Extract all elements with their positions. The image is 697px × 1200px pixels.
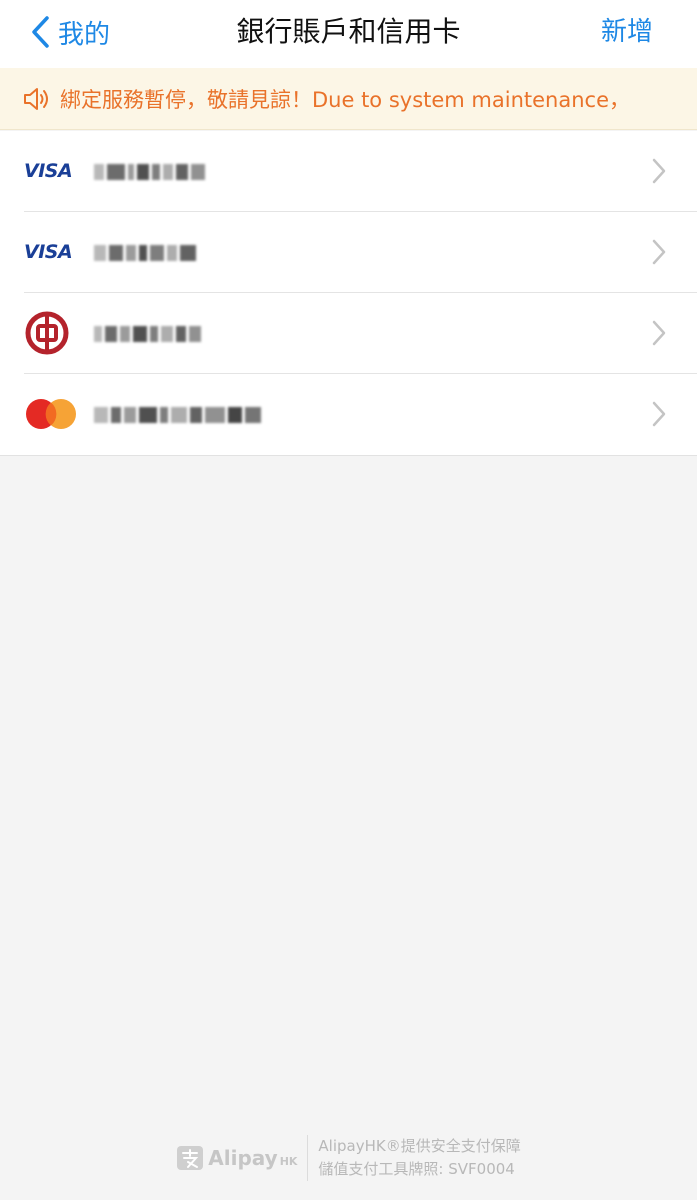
masked-digit-block bbox=[128, 164, 134, 180]
maintenance-notice: 綁定服務暫停，敬請見諒！Due to system maintenance， bbox=[0, 68, 697, 130]
add-button[interactable]: 新增 bbox=[601, 12, 653, 52]
masked-digit-block bbox=[105, 326, 117, 342]
masked-digit-block bbox=[111, 407, 121, 423]
masked-digit-block bbox=[94, 245, 106, 261]
masked-digit-block bbox=[163, 164, 173, 180]
bank-of-china-logo-icon bbox=[24, 311, 78, 355]
masked-digit-block bbox=[167, 245, 177, 261]
masked-digit-block bbox=[160, 407, 168, 423]
masked-digit-block bbox=[109, 245, 123, 261]
masked-digit-block bbox=[137, 164, 149, 180]
visa-brand-text: VISA bbox=[24, 241, 73, 263]
alipay-icon bbox=[177, 1146, 204, 1170]
boc-emblem-icon bbox=[25, 311, 69, 355]
chevron-right-icon bbox=[652, 320, 666, 346]
masked-digit-block bbox=[245, 407, 261, 423]
footer: Alipay HK AlipayHK®提供安全支付保障 儲值支付工具牌照: SV… bbox=[0, 1130, 697, 1186]
masked-digit-block bbox=[126, 245, 136, 261]
masked-card-number bbox=[94, 242, 196, 264]
chevron-right-icon bbox=[652, 239, 666, 265]
masked-digit-block bbox=[139, 407, 157, 423]
card-item-bank-of-china[interactable] bbox=[0, 293, 697, 374]
visa-logo-icon: VISA bbox=[24, 149, 78, 193]
masked-digit-block bbox=[176, 164, 188, 180]
masked-digit-block bbox=[228, 407, 242, 423]
masked-digit-block bbox=[189, 326, 201, 342]
masked-digit-block bbox=[139, 245, 147, 261]
alipay-brand-text: Alipay bbox=[208, 1146, 278, 1170]
masked-digit-block bbox=[120, 326, 130, 342]
footer-line-1: AlipayHK®提供安全支付保障 bbox=[318, 1137, 521, 1155]
masked-digit-block bbox=[191, 164, 205, 180]
mastercard-logo-icon bbox=[24, 392, 78, 436]
footer-line-2: 儲值支付工具牌照: SVF0004 bbox=[318, 1160, 515, 1178]
visa-brand-text: VISA bbox=[24, 160, 73, 182]
masked-card-number bbox=[94, 404, 261, 426]
masked-digit-block bbox=[176, 326, 186, 342]
masked-digit-block bbox=[161, 326, 173, 342]
notice-text: 綁定服務暫停，敬請見諒！Due to system maintenance， bbox=[60, 87, 631, 112]
masked-digit-block bbox=[133, 326, 147, 342]
card-list: VISA VISA bbox=[0, 131, 697, 456]
masked-digit-block bbox=[152, 164, 160, 180]
card-item-visa-2[interactable]: VISA bbox=[0, 212, 697, 293]
speaker-icon bbox=[24, 87, 48, 110]
navigation-bar: 我的 銀行賬戶和信用卡 新增 bbox=[0, 0, 697, 68]
card-item-visa-1[interactable]: VISA bbox=[0, 131, 697, 212]
page-title: 銀行賬戶和信用卡 bbox=[236, 15, 461, 48]
alipay-brand-suffix: HK bbox=[279, 1154, 298, 1168]
footer-divider bbox=[307, 1135, 309, 1181]
masked-digit-block bbox=[180, 245, 196, 261]
masked-digit-block bbox=[205, 407, 225, 423]
alipay-logo: Alipay HK bbox=[176, 1145, 297, 1171]
masked-digit-block bbox=[150, 245, 164, 261]
masked-digit-block bbox=[94, 326, 102, 342]
masked-digit-block bbox=[94, 164, 104, 180]
masked-digit-block bbox=[124, 407, 136, 423]
masked-digit-block bbox=[171, 407, 187, 423]
mastercard-circles-icon bbox=[26, 399, 76, 429]
chevron-right-icon bbox=[652, 158, 666, 184]
masked-digit-block bbox=[94, 407, 108, 423]
card-item-mastercard[interactable] bbox=[0, 374, 697, 455]
masked-card-number bbox=[94, 161, 205, 183]
chevron-right-icon bbox=[652, 401, 666, 427]
masked-digit-block bbox=[190, 407, 202, 423]
visa-logo-icon: VISA bbox=[24, 230, 78, 274]
masked-digit-block bbox=[107, 164, 125, 180]
masked-card-number bbox=[94, 323, 201, 345]
footer-license-text: AlipayHK®提供安全支付保障 儲值支付工具牌照: SVF0004 bbox=[318, 1135, 520, 1181]
masked-digit-block bbox=[150, 326, 158, 342]
